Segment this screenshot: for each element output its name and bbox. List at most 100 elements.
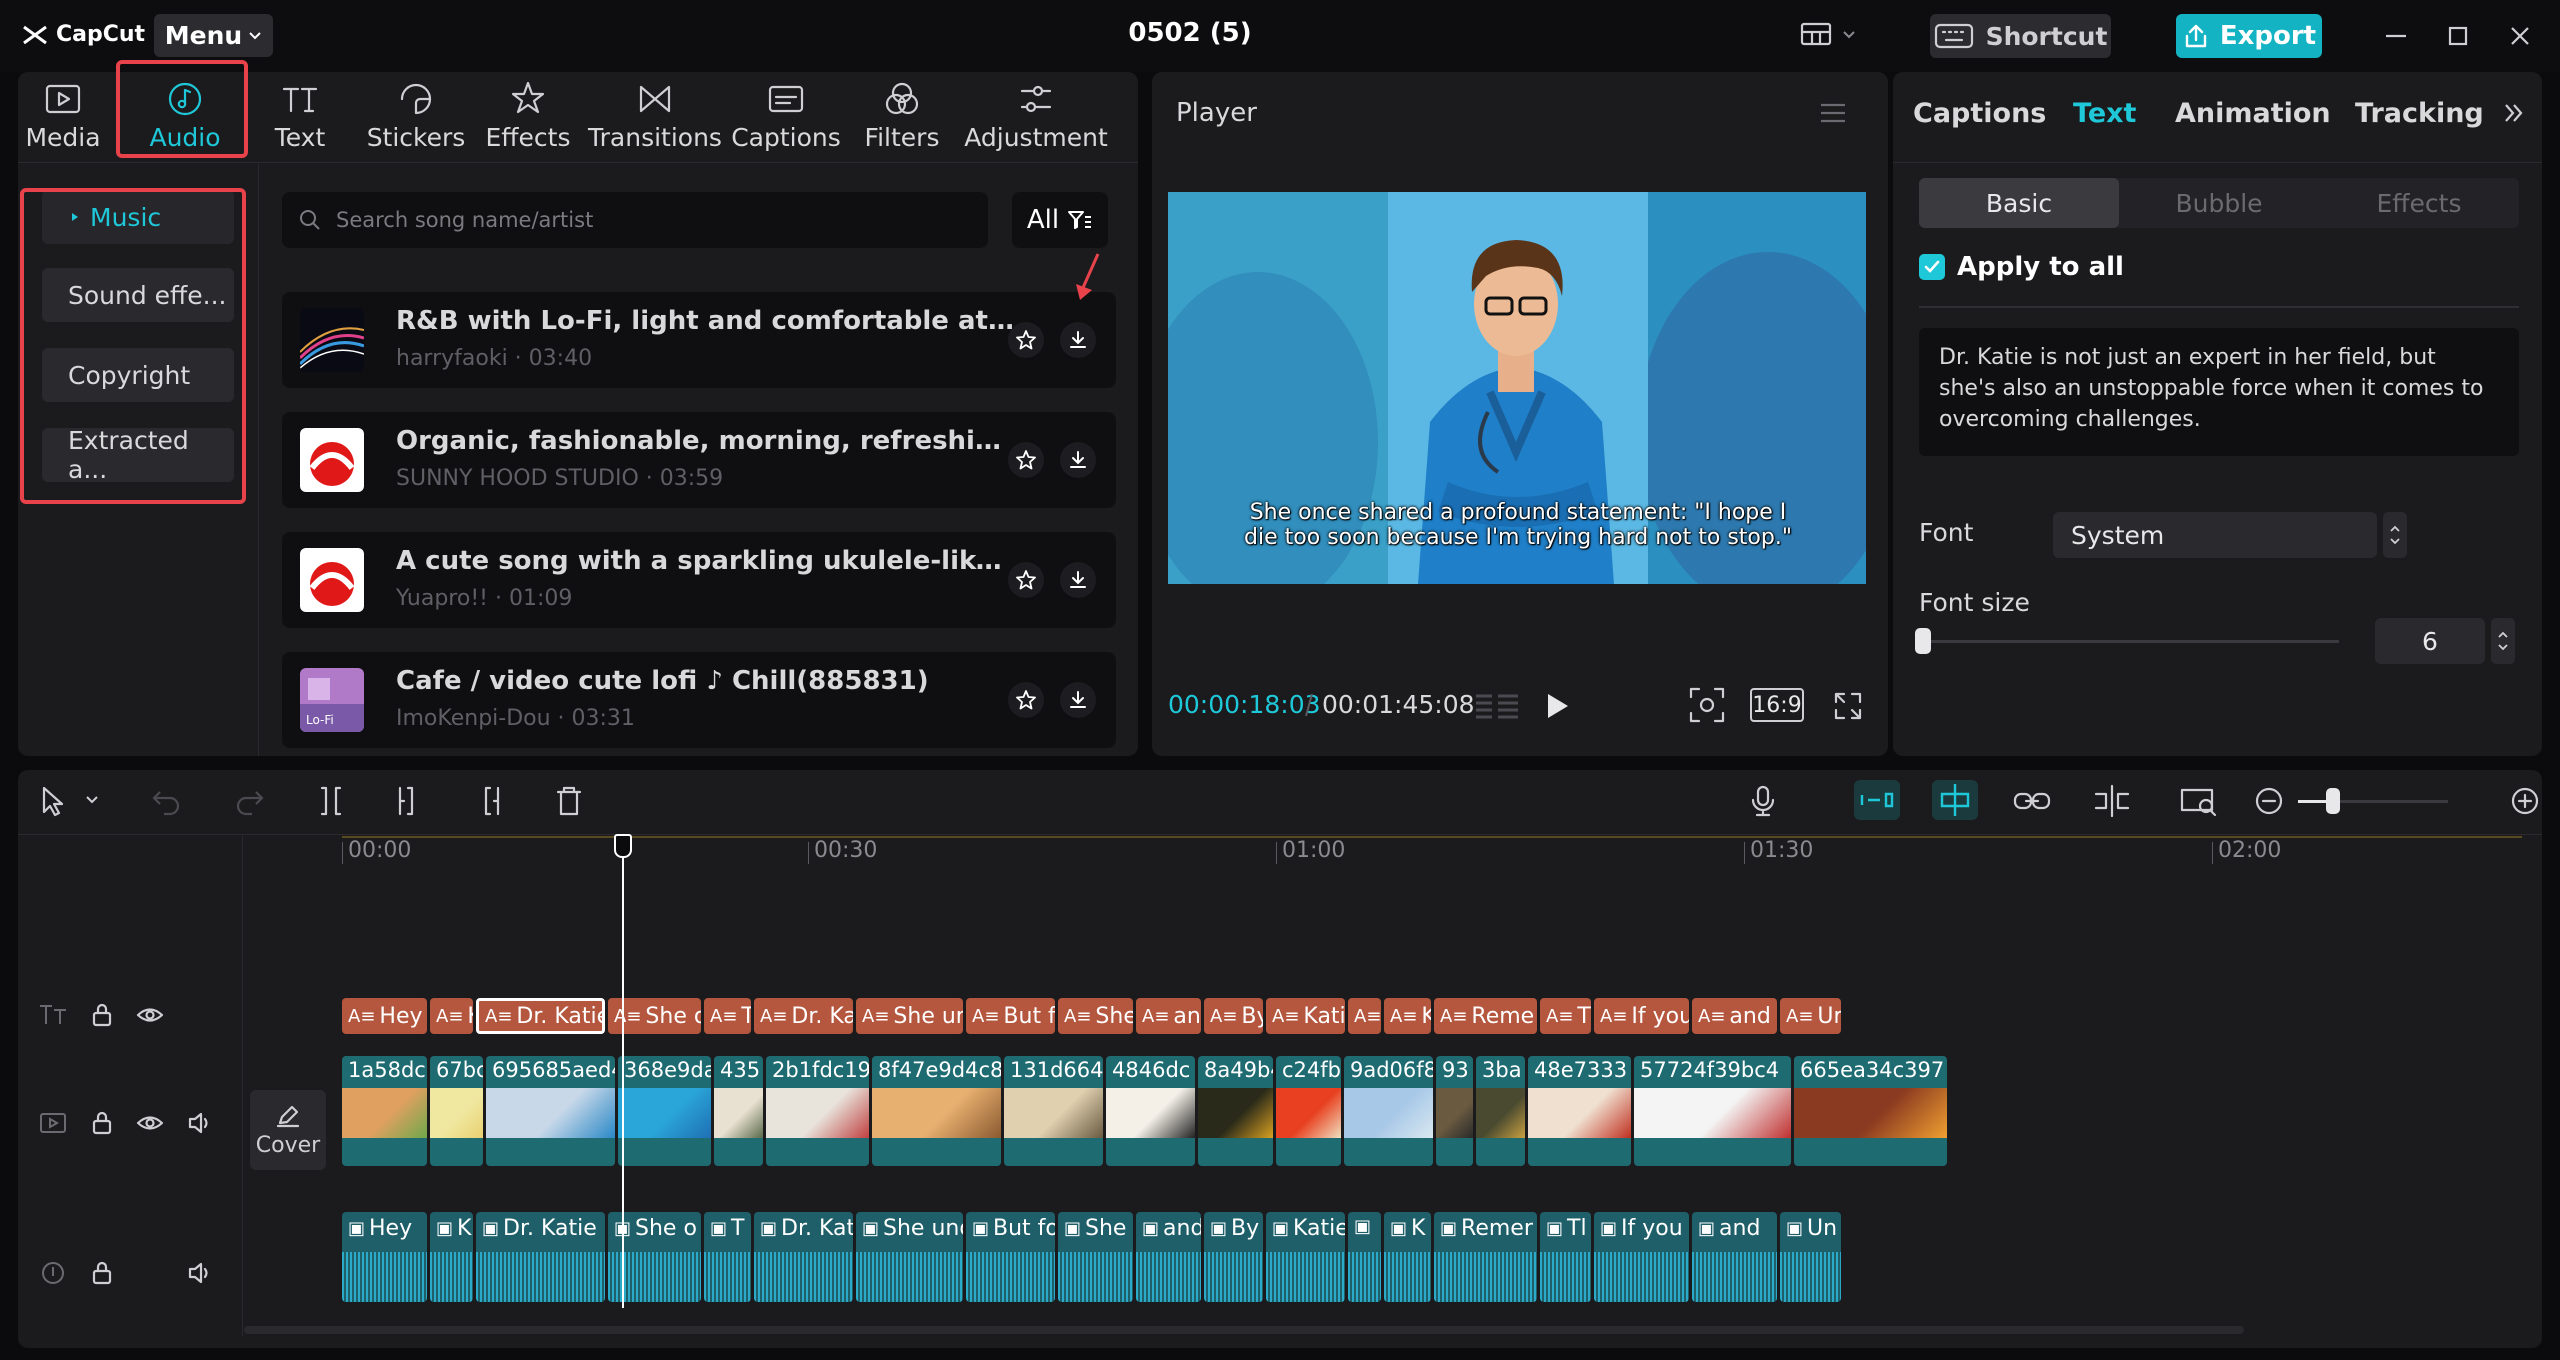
audio-clip[interactable]: ▣ She: [1058, 1212, 1133, 1302]
text-clip[interactable]: A≡Katie: [1266, 998, 1345, 1034]
font-size-slider[interactable]: [1919, 640, 2339, 643]
close-icon[interactable]: [2504, 20, 2536, 52]
video-clip[interactable]: 665ea34c397: [1794, 1056, 1947, 1166]
favorite-button[interactable]: [1008, 562, 1044, 598]
text-clip[interactable]: A≡ Hey: [342, 998, 427, 1034]
audio-clip[interactable]: ▣ Katie: [1266, 1212, 1345, 1302]
undo-icon[interactable]: [150, 784, 184, 818]
aspect-ratio-button[interactable]: 16:9: [1750, 688, 1804, 722]
volume-icon[interactable]: [186, 1260, 214, 1286]
zoom-in-icon[interactable]: [2508, 784, 2542, 818]
audio-clip[interactable]: ▣ K: [1384, 1212, 1431, 1302]
maximize-icon[interactable]: [2442, 20, 2474, 52]
text-clip[interactable]: A≡ Ur: [1780, 998, 1841, 1034]
video-clip[interactable]: 131d664: [1004, 1056, 1103, 1166]
tab-media[interactable]: Media: [25, 72, 101, 158]
delete-left-icon[interactable]: [392, 784, 426, 818]
video-clip[interactable]: 3ba: [1476, 1056, 1525, 1166]
filter-button[interactable]: All: [1012, 192, 1108, 248]
text-clip[interactable]: A≡and: [1136, 998, 1201, 1034]
text-clip[interactable]: A≡ T: [704, 998, 751, 1034]
video-clip[interactable]: 8f47e9d4c8: [872, 1056, 1001, 1166]
audio-clip[interactable]: ▣She und: [856, 1212, 963, 1302]
play-icon[interactable]: [1542, 690, 1572, 722]
video-clip[interactable]: 48e7333: [1528, 1056, 1631, 1166]
shortcut-button[interactable]: Shortcut: [1930, 14, 2111, 58]
audio-clip[interactable]: ▣ If you: [1594, 1212, 1689, 1302]
segment-basic[interactable]: Basic: [1919, 178, 2119, 228]
text-clip[interactable]: A≡ Dr. Ka: [754, 998, 853, 1034]
video-clip[interactable]: 57724f39bc4: [1634, 1056, 1791, 1166]
video-clip[interactable]: 2b1fdc19: [766, 1056, 869, 1166]
audio-clip[interactable]: ▣ T: [704, 1212, 751, 1302]
tab-filters[interactable]: Filters: [865, 72, 939, 158]
segment-bubble[interactable]: Bubble: [2119, 178, 2319, 228]
volume-icon[interactable]: [186, 1110, 214, 1136]
menu-button[interactable]: Menu: [154, 14, 273, 57]
text-clip[interactable]: A≡and: [1692, 998, 1777, 1034]
trash-icon[interactable]: [552, 784, 586, 818]
audio-clip[interactable]: ▣ Tl: [1540, 1212, 1591, 1302]
text-clip[interactable]: A≡By: [1204, 998, 1263, 1034]
text-clip[interactable]: A≡ Dr. Katie: [476, 998, 605, 1034]
tab-captions-props[interactable]: Captions: [1913, 98, 2046, 129]
zoom-slider-handle[interactable]: [2326, 788, 2340, 814]
double-chevron-right-icon[interactable]: [2501, 100, 2527, 126]
audio-clip[interactable]: ▣Ki: [430, 1212, 473, 1302]
audio-clip[interactable]: ▣ Dr. Katie: [476, 1212, 605, 1302]
video-clip[interactable]: c24fb: [1276, 1056, 1341, 1166]
audio-clip[interactable]: ▣ Hey: [342, 1212, 427, 1302]
audio-clip[interactable]: ▣ By: [1204, 1212, 1263, 1302]
text-clip[interactable]: A≡K: [430, 998, 473, 1034]
font-stepper[interactable]: [2383, 512, 2407, 558]
text-clip[interactable]: A≡ T: [1540, 998, 1591, 1034]
video-clip[interactable]: 1a58dc: [342, 1056, 427, 1166]
lock-icon[interactable]: [90, 1002, 114, 1028]
apply-to-all-row[interactable]: Apply to all: [1919, 252, 2124, 282]
video-clip[interactable]: 9ad06f8: [1344, 1056, 1433, 1166]
text-content-field[interactable]: Dr. Katie is not just an expert in her f…: [1919, 328, 2519, 456]
tab-text-props[interactable]: Text: [2073, 98, 2136, 129]
audio-clip[interactable]: ▣ Un: [1780, 1212, 1841, 1302]
tab-captions[interactable]: Captions: [731, 72, 841, 158]
split-icon[interactable]: [314, 784, 348, 818]
layout-button[interactable]: [1800, 22, 1856, 48]
tab-effects[interactable]: Effects: [486, 72, 571, 158]
microphone-icon[interactable]: [1746, 784, 1780, 818]
text-clip[interactable]: A≡K: [1384, 998, 1431, 1034]
audio-clip[interactable]: ▣ Dr. Kat: [754, 1212, 853, 1302]
favorite-button[interactable]: [1008, 442, 1044, 478]
text-clip[interactable]: A≡She und: [856, 998, 963, 1034]
download-button[interactable]: [1060, 562, 1096, 598]
main-track-magnet-button[interactable]: [1854, 780, 1900, 820]
minimize-icon[interactable]: [2380, 20, 2412, 52]
playhead-handle[interactable]: [614, 834, 632, 858]
hamburger-menu-icon[interactable]: [1818, 100, 1848, 126]
font-size-stepper[interactable]: [2491, 618, 2515, 664]
segment-effects[interactable]: Effects: [2319, 178, 2519, 228]
song-item[interactable]: R&B with Lo-Fi, light and comfortable at…: [282, 292, 1116, 388]
video-clip[interactable]: 93: [1436, 1056, 1473, 1166]
tab-stickers[interactable]: Stickers: [367, 72, 465, 158]
text-clip[interactable]: A≡ Reme: [1434, 998, 1537, 1034]
timeline-view-icon[interactable]: [1474, 690, 1520, 722]
select-cursor-icon[interactable]: [36, 784, 72, 818]
lock-icon[interactable]: [90, 1110, 114, 1136]
preview-axis-icon[interactable]: [2092, 784, 2132, 818]
favorite-button[interactable]: [1008, 682, 1044, 718]
download-button[interactable]: [1060, 322, 1096, 358]
export-button[interactable]: Export: [2176, 14, 2322, 58]
font-size-input[interactable]: 6: [2375, 618, 2485, 664]
download-button[interactable]: [1060, 442, 1096, 478]
link-icon[interactable]: [2012, 784, 2052, 818]
text-clip[interactable]: A≡: [1348, 998, 1381, 1034]
chevron-down-icon[interactable]: [84, 794, 100, 806]
favorite-button[interactable]: [1008, 322, 1044, 358]
audio-clip[interactable]: ▣ Remer: [1434, 1212, 1537, 1302]
video-clip[interactable]: 4846dc: [1106, 1056, 1195, 1166]
video-clip[interactable]: 67bc: [430, 1056, 483, 1166]
text-clip[interactable]: A≡ She: [1058, 998, 1133, 1034]
thumbnail-zoom-icon[interactable]: [2178, 784, 2218, 818]
video-clip[interactable]: 8a49b4: [1198, 1056, 1273, 1166]
video-preview[interactable]: She once shared a profound statement: "I…: [1168, 192, 1866, 584]
